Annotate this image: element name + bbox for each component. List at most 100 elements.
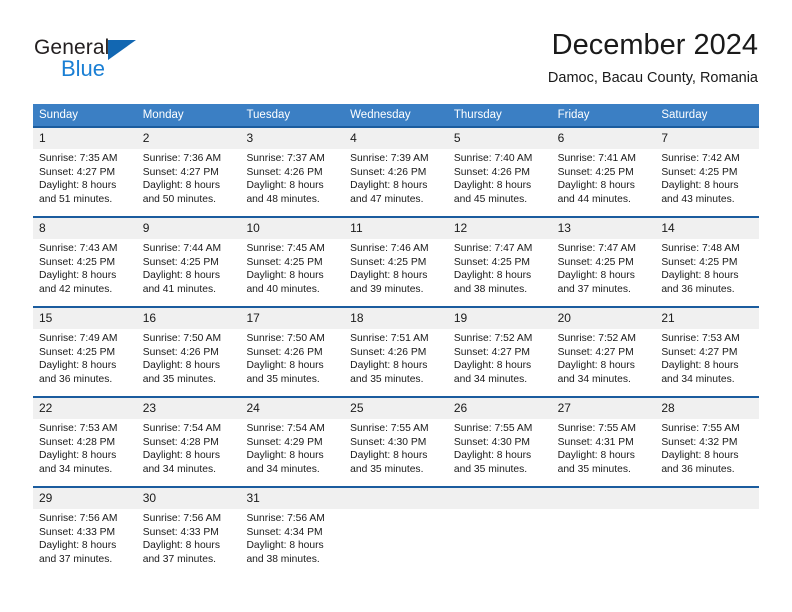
day-number: 20 bbox=[551, 308, 656, 329]
day-cell-28[interactable]: 28 Sunrise: 7:55 AM Sunset: 4:32 PM Dayligh… bbox=[655, 396, 760, 486]
day-details: Sunrise: 7:51 AM Sunset: 4:26 PM Daylight:… bbox=[344, 329, 448, 386]
day-cell-9[interactable]: 9 Sunrise: 7:44 AM Sunset: 4:25 PM Daylight… bbox=[136, 216, 241, 306]
sunset-text: Sunset: 4:28 PM bbox=[39, 436, 116, 448]
day-cell-29[interactable]: 29 Sunrise: 7:56 AM Sunset: 4:33 PM Dayligh… bbox=[33, 486, 137, 570]
daylight-text-line2: and 35 minutes. bbox=[350, 373, 424, 385]
daylight-text-line1: Daylight: 8 hours bbox=[142, 360, 220, 371]
daylight-text-line1: Daylight: 8 hours bbox=[453, 180, 532, 191]
day-number: 12 bbox=[447, 218, 552, 239]
day-number: 24 bbox=[240, 398, 345, 419]
sunset-text: Sunset: 4:25 PM bbox=[142, 256, 219, 268]
sunrise-text: Sunrise: 7:47 AM bbox=[557, 243, 637, 254]
day-cell-6[interactable]: 6 Sunrise: 7:41 AM Sunset: 4:25 PM Daylight… bbox=[551, 126, 656, 216]
day-cell-30[interactable]: 30 Sunrise: 7:56 AM Sunset: 4:33 PM Dayligh… bbox=[136, 486, 241, 570]
day-number: 3 bbox=[240, 128, 345, 149]
sunset-text: Sunset: 4:25 PM bbox=[557, 256, 634, 268]
daylight-text-line2: and 35 minutes. bbox=[557, 463, 631, 475]
daylight-text-line2: and 34 minutes. bbox=[39, 463, 113, 475]
sunrise-text: Sunrise: 7:40 AM bbox=[453, 153, 533, 164]
day-details: Sunrise: 7:52 AM Sunset: 4:27 PM Daylight:… bbox=[448, 329, 552, 386]
day-cell-27[interactable]: 27 Sunrise: 7:55 AM Sunset: 4:31 PM Dayligh… bbox=[551, 396, 656, 486]
daylight-text-line2: and 34 minutes. bbox=[246, 463, 320, 475]
day-cell-20[interactable]: 20 Sunrise: 7:52 AM Sunset: 4:27 PM Dayligh… bbox=[551, 306, 656, 396]
daylight-text-line1: Daylight: 8 hours bbox=[246, 360, 324, 371]
sunrise-text: Sunrise: 7:37 AM bbox=[246, 153, 325, 164]
daylight-text-line2: and 37 minutes. bbox=[39, 553, 113, 565]
day-cell-24[interactable]: 24 Sunrise: 7:54 AM Sunset: 4:29 PM Dayligh… bbox=[240, 396, 345, 486]
day-details: Sunrise: 7:55 AM Sunset: 4:32 PM Daylight:… bbox=[655, 419, 759, 476]
daylight-text-line2: and 38 minutes. bbox=[246, 553, 320, 565]
sunset-text: Sunset: 4:28 PM bbox=[142, 436, 219, 448]
day-details: Sunrise: 7:36 AM Sunset: 4:27 PM Daylight:… bbox=[137, 149, 241, 206]
day-cell-14[interactable]: 14 Sunrise: 7:48 AM Sunset: 4:25 PM Dayligh… bbox=[655, 216, 760, 306]
day-cell-23[interactable]: 23 Sunrise: 7:54 AM Sunset: 4:28 PM Dayligh… bbox=[136, 396, 241, 486]
day-details: Sunrise: 7:55 AM Sunset: 4:30 PM Daylight:… bbox=[448, 419, 552, 476]
daylight-text-line1: Daylight: 8 hours bbox=[246, 180, 324, 191]
sunrise-text: Sunrise: 7:43 AM bbox=[39, 243, 118, 254]
sunset-text: Sunset: 4:26 PM bbox=[142, 346, 219, 358]
calendar-week-row: 22 Sunrise: 7:53 AM Sunset: 4:28 PM Dayligh… bbox=[33, 396, 760, 486]
daylight-text-line1: Daylight: 8 hours bbox=[39, 540, 117, 551]
daylight-text-line1: Daylight: 8 hours bbox=[661, 450, 739, 461]
day-details bbox=[655, 509, 759, 512]
day-number: 5 bbox=[447, 128, 552, 149]
sunrise-text: Sunrise: 7:47 AM bbox=[453, 243, 533, 254]
day-details bbox=[344, 509, 448, 512]
day-cell-5[interactable]: 5 Sunrise: 7:40 AM Sunset: 4:26 PM Daylight… bbox=[447, 126, 552, 216]
sunset-text: Sunset: 4:26 PM bbox=[453, 166, 531, 178]
day-details: Sunrise: 7:46 AM Sunset: 4:25 PM Daylight:… bbox=[344, 239, 448, 296]
day-cell-4[interactable]: 4 Sunrise: 7:39 AM Sunset: 4:26 PM Daylight… bbox=[344, 126, 448, 216]
sunrise-text: Sunrise: 7:41 AM bbox=[557, 153, 637, 164]
day-cell-19[interactable]: 19 Sunrise: 7:52 AM Sunset: 4:27 PM Dayligh… bbox=[447, 306, 552, 396]
day-cell-25[interactable]: 25 Sunrise: 7:55 AM Sunset: 4:30 PM Dayligh… bbox=[344, 396, 448, 486]
day-cell-2[interactable]: 2 Sunrise: 7:36 AM Sunset: 4:27 PM Daylight… bbox=[136, 126, 241, 216]
daylight-text-line2: and 43 minutes. bbox=[661, 193, 735, 205]
day-cell-10[interactable]: 10 Sunrise: 7:45 AM Sunset: 4:25 PM Dayligh… bbox=[240, 216, 345, 306]
sunrise-text: Sunrise: 7:39 AM bbox=[350, 153, 429, 164]
sunset-text: Sunset: 4:25 PM bbox=[39, 346, 116, 358]
day-cell-31[interactable]: 31 Sunrise: 7:56 AM Sunset: 4:34 PM Dayligh… bbox=[240, 486, 345, 570]
general-blue-logo[interactable]: General Blue bbox=[34, 36, 214, 92]
weekday-header-friday: Friday bbox=[557, 109, 590, 121]
day-details: Sunrise: 7:55 AM Sunset: 4:30 PM Daylight:… bbox=[344, 419, 448, 476]
day-cell-11[interactable]: 11 Sunrise: 7:46 AM Sunset: 4:25 PM Dayligh… bbox=[344, 216, 448, 306]
day-cell-26[interactable]: 26 Sunrise: 7:55 AM Sunset: 4:30 PM Dayligh… bbox=[447, 396, 552, 486]
day-cell-8[interactable]: 8 Sunrise: 7:43 AM Sunset: 4:25 PM Daylight… bbox=[33, 216, 137, 306]
sunset-text: Sunset: 4:27 PM bbox=[142, 166, 219, 178]
daylight-text-line1: Daylight: 8 hours bbox=[350, 270, 428, 281]
day-cell-18[interactable]: 18 Sunrise: 7:51 AM Sunset: 4:26 PM Dayligh… bbox=[344, 306, 448, 396]
daylight-text-line1: Daylight: 8 hours bbox=[453, 270, 532, 281]
calendar-weeks: 1 Sunrise: 7:35 AM Sunset: 4:27 PM Daylight… bbox=[33, 126, 760, 570]
day-number: 30 bbox=[136, 488, 241, 509]
daylight-text-line2: and 47 minutes. bbox=[350, 193, 424, 205]
day-number: 23 bbox=[136, 398, 241, 419]
day-cell-22[interactable]: 22 Sunrise: 7:53 AM Sunset: 4:28 PM Dayligh… bbox=[33, 396, 137, 486]
day-cell-16[interactable]: 16 Sunrise: 7:50 AM Sunset: 4:26 PM Dayligh… bbox=[136, 306, 241, 396]
sunset-text: Sunset: 4:25 PM bbox=[557, 166, 634, 178]
day-cell-3[interactable]: 3 Sunrise: 7:37 AM Sunset: 4:26 PM Daylight… bbox=[240, 126, 345, 216]
day-cell-13[interactable]: 13 Sunrise: 7:47 AM Sunset: 4:25 PM Dayligh… bbox=[551, 216, 656, 306]
day-cell-7[interactable]: 7 Sunrise: 7:42 AM Sunset: 4:25 PM Daylight… bbox=[655, 126, 760, 216]
sunset-text: Sunset: 4:27 PM bbox=[39, 166, 116, 178]
day-details: Sunrise: 7:47 AM Sunset: 4:25 PM Daylight:… bbox=[552, 239, 656, 296]
day-details: Sunrise: 7:43 AM Sunset: 4:25 PM Daylight:… bbox=[33, 239, 137, 296]
sunrise-text: Sunrise: 7:56 AM bbox=[246, 513, 325, 524]
day-cell-empty bbox=[344, 486, 448, 570]
day-number: 8 bbox=[33, 218, 137, 239]
day-number: 15 bbox=[33, 308, 137, 329]
day-details: Sunrise: 7:53 AM Sunset: 4:27 PM Daylight:… bbox=[655, 329, 759, 386]
day-cell-15[interactable]: 15 Sunrise: 7:49 AM Sunset: 4:25 PM Dayligh… bbox=[33, 306, 137, 396]
day-cell-12[interactable]: 12 Sunrise: 7:47 AM Sunset: 4:25 PM Dayligh… bbox=[447, 216, 552, 306]
day-details: Sunrise: 7:50 AM Sunset: 4:26 PM Daylight:… bbox=[137, 329, 241, 386]
sunset-text: Sunset: 4:34 PM bbox=[246, 526, 323, 538]
day-details: Sunrise: 7:47 AM Sunset: 4:25 PM Daylight:… bbox=[448, 239, 552, 296]
day-cell-1[interactable]: 1 Sunrise: 7:35 AM Sunset: 4:27 PM Daylight… bbox=[33, 126, 137, 216]
day-number: 9 bbox=[136, 218, 241, 239]
daylight-text-line2: and 34 minutes. bbox=[661, 373, 735, 385]
daylight-text-line1: Daylight: 8 hours bbox=[661, 180, 739, 191]
day-details: Sunrise: 7:40 AM Sunset: 4:26 PM Daylight:… bbox=[448, 149, 552, 206]
day-cell-17[interactable]: 17 Sunrise: 7:50 AM Sunset: 4:26 PM Dayligh… bbox=[240, 306, 345, 396]
weekday-header-monday: Monday bbox=[142, 109, 184, 121]
daylight-text-line2: and 38 minutes. bbox=[453, 283, 528, 295]
day-cell-21[interactable]: 21 Sunrise: 7:53 AM Sunset: 4:27 PM Dayligh… bbox=[655, 306, 760, 396]
